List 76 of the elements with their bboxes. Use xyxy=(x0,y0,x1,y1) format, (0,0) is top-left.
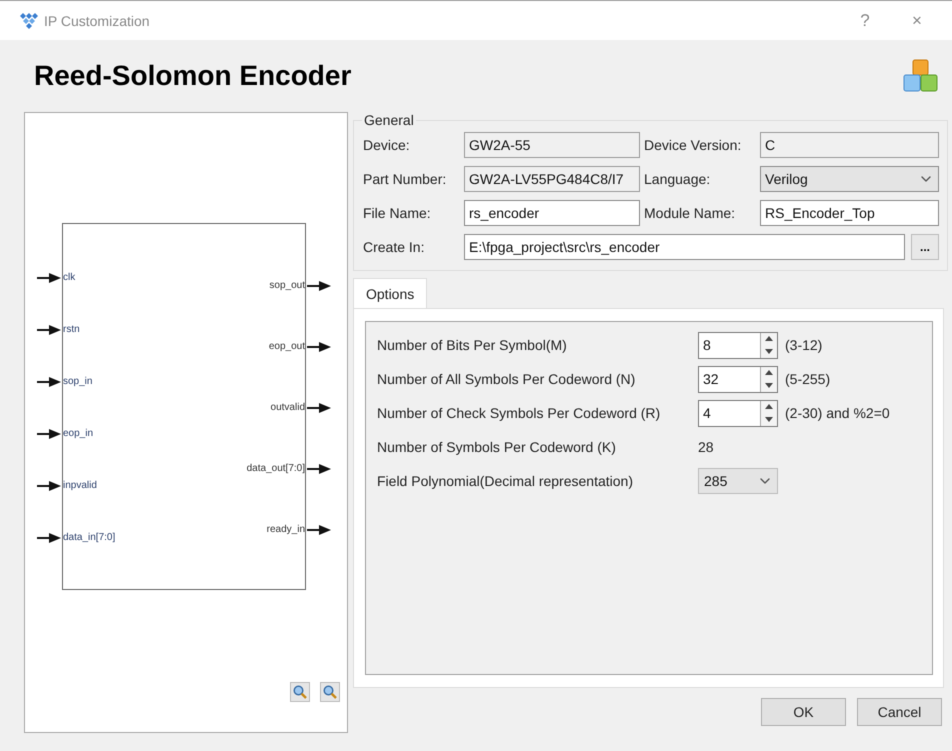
port-label: inpvalid xyxy=(63,480,97,491)
output-arrow xyxy=(307,280,331,290)
computed-value: 28 xyxy=(698,439,714,455)
option-label: Number of Symbols Per Codeword (K) xyxy=(377,439,617,455)
spin-down-button[interactable] xyxy=(761,379,777,392)
port-label: clk xyxy=(63,272,76,283)
input-arrow xyxy=(37,272,61,282)
help-button[interactable]: ? xyxy=(842,6,888,36)
down-arrow-icon xyxy=(765,416,773,422)
up-arrow-icon xyxy=(765,370,773,376)
up-arrow-icon xyxy=(765,336,773,342)
port-label: eop_out xyxy=(268,341,305,352)
spin-up-button[interactable] xyxy=(761,400,777,413)
tab[interactable]: Options xyxy=(353,278,428,308)
spin-up-button[interactable] xyxy=(761,332,777,345)
spin-down-button[interactable] xyxy=(761,413,777,426)
down-arrow-icon xyxy=(765,348,773,354)
logo-icon xyxy=(20,12,38,28)
down-arrow-icon xyxy=(765,382,773,388)
spin-field[interactable]: 32 xyxy=(698,366,778,392)
spin-up-button[interactable] xyxy=(761,366,777,379)
spin-down-button[interactable] xyxy=(761,345,777,358)
close-button[interactable]: × xyxy=(894,6,940,36)
input-arrow xyxy=(37,480,61,490)
input-arrow xyxy=(37,376,61,386)
field-label: Language: xyxy=(644,171,712,187)
port-label: eop_in xyxy=(63,428,94,439)
port-label: ready_in xyxy=(266,524,305,535)
port-label: data_out[7:0] xyxy=(246,463,305,474)
range-hint: (3-12) xyxy=(785,337,822,353)
field-label: File Name: xyxy=(363,205,432,221)
output-arrow xyxy=(307,464,331,474)
field-label: Create In: xyxy=(363,239,426,255)
text-field[interactable]: rs_encoder xyxy=(464,200,640,226)
spin-field[interactable]: 4 xyxy=(698,400,778,426)
ok-button[interactable]: OK xyxy=(761,698,846,726)
range-hint: (5-255) xyxy=(785,371,830,387)
window-title: IP Customization xyxy=(44,12,151,28)
option-label: Number of All Symbols Per Codeword (N) xyxy=(377,371,636,387)
output-arrow xyxy=(307,402,331,412)
range-hint: (2-30) and %2=0 xyxy=(785,405,890,421)
input-arrow xyxy=(37,324,61,334)
readonly-field: C xyxy=(760,132,939,158)
field-label: Device: xyxy=(363,137,411,153)
option-label: Number of Bits Per Symbol(M) xyxy=(377,337,568,353)
text-field[interactable]: RS_Encoder_Top xyxy=(760,200,939,226)
field-label: Module Name: xyxy=(644,205,736,221)
port-label: sop_in xyxy=(63,376,92,387)
path-field[interactable]: E:\fpga_project\src\rs_encoder xyxy=(464,234,905,260)
readonly-field: GW2A-LV55PG484C8/I7 xyxy=(464,166,640,192)
cubes-icon xyxy=(902,58,940,94)
port-label: rstn xyxy=(63,324,80,335)
option-label: Field Polynomial(Decimal representation) xyxy=(377,473,634,489)
field-label: Part Number: xyxy=(363,171,448,187)
page-heading: Reed-Solomon Encoder xyxy=(34,60,352,92)
up-arrow-icon xyxy=(765,404,773,410)
magnifier-icon xyxy=(293,685,307,699)
zoom-out-button[interactable] xyxy=(290,682,310,702)
input-arrow xyxy=(37,428,61,438)
port-label: sop_out xyxy=(269,280,305,291)
port-label: outvalid xyxy=(270,402,305,413)
output-arrow xyxy=(307,342,331,352)
input-arrow xyxy=(37,532,61,542)
zoom-in-button[interactable] xyxy=(320,682,340,702)
spin-field[interactable]: 8 xyxy=(698,332,778,358)
browse-button[interactable]: ... xyxy=(911,234,939,260)
dropdown[interactable]: Verilog xyxy=(760,166,939,192)
port-label: data_in[7:0] xyxy=(63,532,116,543)
magnifier-icon xyxy=(323,685,337,699)
output-arrow xyxy=(307,524,331,534)
group-title: General xyxy=(363,112,415,128)
field-label: Device Version: xyxy=(644,137,742,153)
cancel-button[interactable]: Cancel xyxy=(857,698,942,726)
readonly-field: GW2A-55 xyxy=(464,132,640,158)
dropdown[interactable]: 285 xyxy=(698,468,778,494)
option-label: Number of Check Symbols Per Codeword (R) xyxy=(377,405,662,421)
